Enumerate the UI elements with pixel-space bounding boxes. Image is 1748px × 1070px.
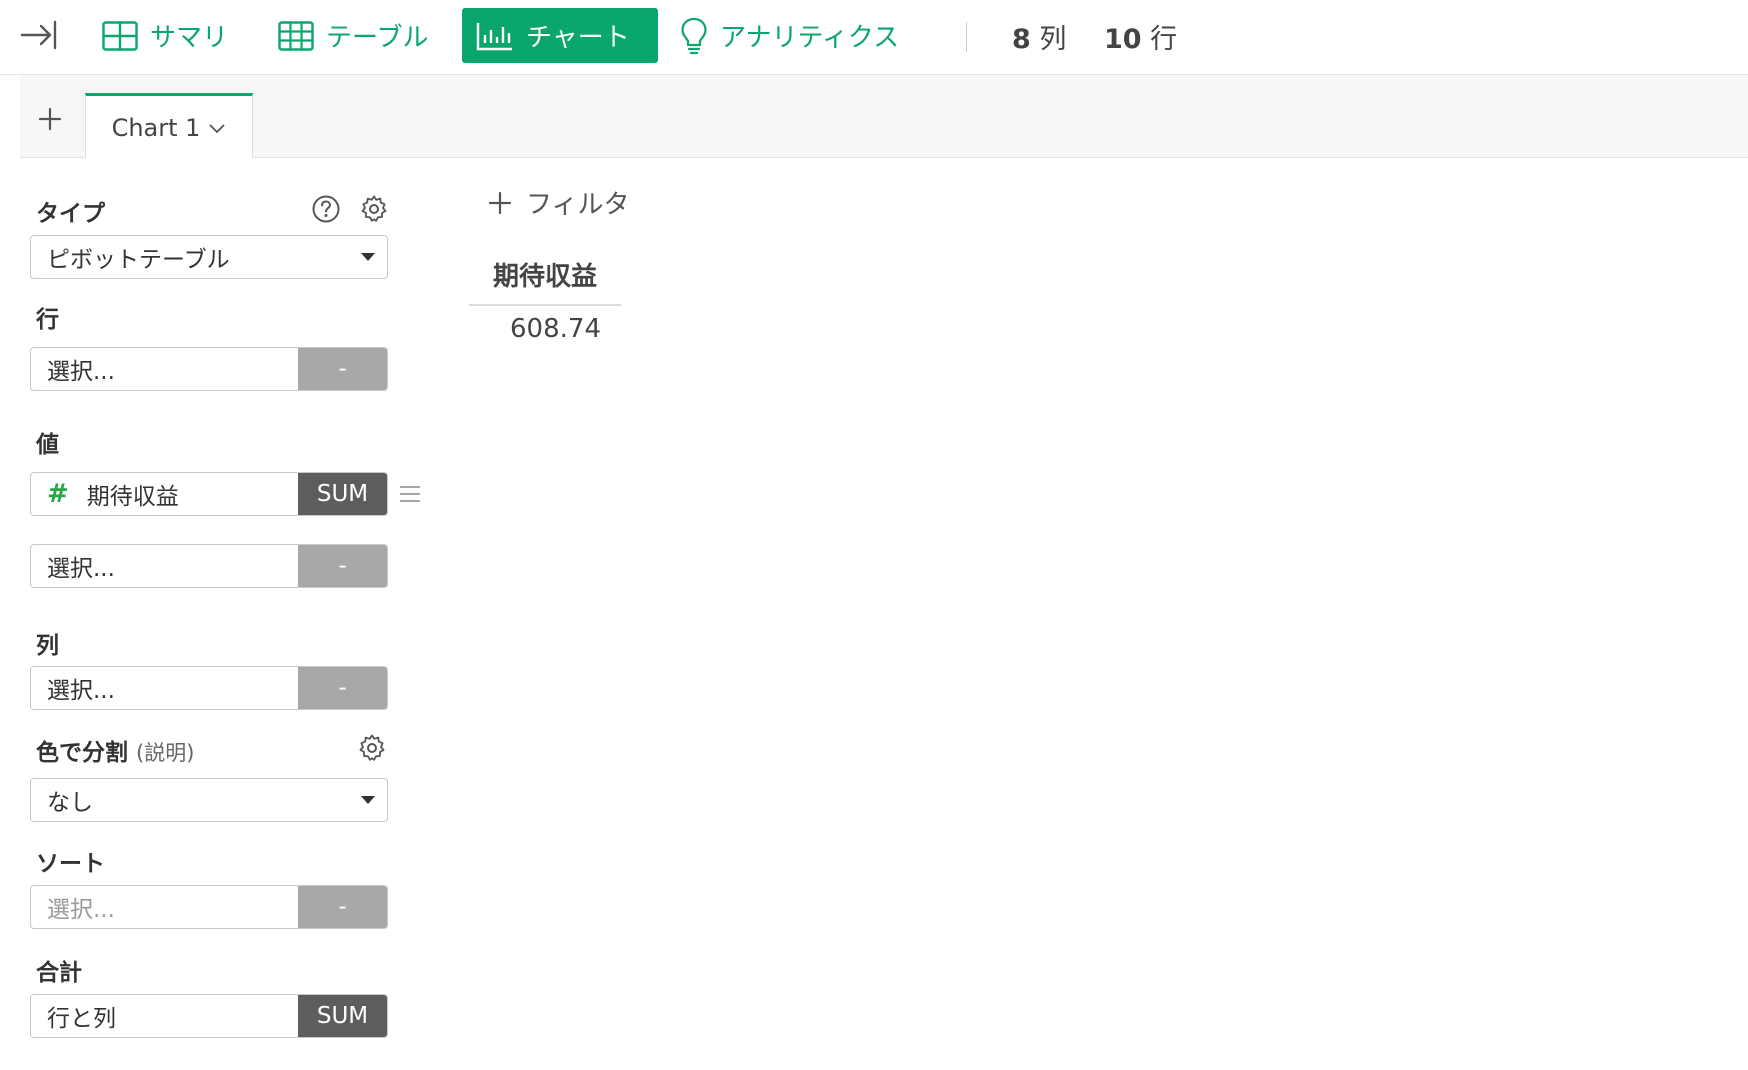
- value-field-name: 期待収益: [86, 484, 179, 510]
- value-field-2: 選択... -: [30, 544, 388, 588]
- column-select[interactable]: 選択...: [31, 667, 298, 709]
- value-aggregation-button-1[interactable]: SUM: [298, 473, 387, 515]
- tab-label: Chart 1: [111, 113, 201, 142]
- nav-table[interactable]: テーブル: [264, 8, 442, 63]
- help-icon[interactable]: [311, 194, 341, 224]
- add-tab-icon[interactable]: [38, 107, 62, 131]
- sort-select[interactable]: 選択...: [31, 886, 298, 928]
- value-select-1[interactable]: # 期待収益: [31, 473, 298, 515]
- sort-field: 選択... -: [30, 885, 388, 929]
- filter-label: フィルタ: [526, 190, 630, 220]
- total-field: 行と列 SUM: [30, 994, 388, 1038]
- top-toolbar: サマリ テーブル チャート アナリティクス 8 列 10 行: [0, 0, 1748, 75]
- color-split-hint[interactable]: (説明): [136, 741, 194, 765]
- add-filter-button[interactable]: フィルタ: [488, 184, 629, 221]
- toolbar-divider: [966, 22, 967, 52]
- nav-chart-label: チャート: [526, 23, 630, 53]
- row-field: 選択... -: [30, 347, 388, 391]
- chart-settings-panel: タイプ ピボットテーブル 行 選択... - 値 # 期待収益 SUM 選択..…: [20, 158, 440, 1070]
- value-field-1: # 期待収益 SUM: [30, 472, 388, 516]
- sort-select-text: 選択...: [47, 897, 115, 923]
- total-label: 合計: [36, 960, 82, 986]
- nav-analytics[interactable]: アナリティクス: [666, 8, 913, 63]
- tab-chart-1[interactable]: Chart 1: [85, 93, 253, 159]
- row-aggregation-button[interactable]: -: [298, 348, 387, 390]
- pivot-column-header[interactable]: 期待収益: [469, 256, 621, 306]
- gear-icon[interactable]: [359, 194, 389, 224]
- nav-summary[interactable]: サマリ: [88, 8, 242, 63]
- value-label: 値: [36, 432, 59, 458]
- column-label: 列: [36, 633, 59, 659]
- sort-aggregation-button[interactable]: -: [298, 886, 387, 928]
- grid-icon: [102, 20, 138, 51]
- lightbulb-icon: [681, 17, 707, 54]
- chart-tab-strip: Chart 1: [20, 75, 1748, 159]
- nav-analytics-label: アナリティクス: [720, 23, 900, 53]
- chart-type-select[interactable]: ピボットテーブル: [30, 235, 388, 279]
- value-select-2[interactable]: 選択...: [31, 545, 298, 587]
- value-aggregation-button-2[interactable]: -: [298, 545, 387, 587]
- collapse-sidebar-icon[interactable]: [20, 19, 58, 51]
- caret-down-icon: [361, 796, 375, 804]
- row-select[interactable]: 選択...: [31, 348, 298, 390]
- column-select-text: 選択...: [47, 678, 115, 704]
- total-aggregation-button[interactable]: SUM: [298, 995, 387, 1037]
- column-field: 選択... -: [30, 666, 388, 710]
- pivot-value-cell: 608.74: [510, 314, 601, 344]
- total-select[interactable]: 行と列: [31, 995, 298, 1037]
- color-split-value: なし: [47, 790, 93, 816]
- color-split-label: 色で分割 (説明): [36, 733, 194, 767]
- sort-label: ソート: [36, 851, 105, 877]
- column-count: 8 列: [1012, 24, 1067, 55]
- row-label: 行: [36, 307, 59, 333]
- row-select-text: 選択...: [47, 359, 115, 385]
- nav-chart[interactable]: チャート: [462, 8, 658, 63]
- drag-handle-icon[interactable]: [398, 484, 422, 504]
- type-label: タイプ: [36, 201, 105, 227]
- chevron-down-icon: [209, 123, 226, 133]
- total-select-text: 行と列: [47, 1006, 116, 1032]
- nav-summary-label: サマリ: [150, 23, 229, 53]
- color-gear-icon[interactable]: [357, 733, 387, 763]
- caret-down-icon: [361, 253, 375, 261]
- row-count: 10 行: [1104, 24, 1178, 55]
- chart-type-value: ピボットテーブル: [47, 247, 230, 273]
- color-split-select[interactable]: なし: [30, 778, 388, 822]
- plus-icon: [488, 191, 512, 214]
- numeric-hash-icon: #: [47, 479, 69, 509]
- color-split-label-text: 色で分割: [36, 740, 128, 766]
- bar-chart-icon: [476, 22, 512, 50]
- column-aggregation-button[interactable]: -: [298, 667, 387, 709]
- nav-table-label: テーブル: [326, 23, 429, 53]
- table-icon: [278, 20, 314, 51]
- value-select-2-text: 選択...: [47, 556, 115, 582]
